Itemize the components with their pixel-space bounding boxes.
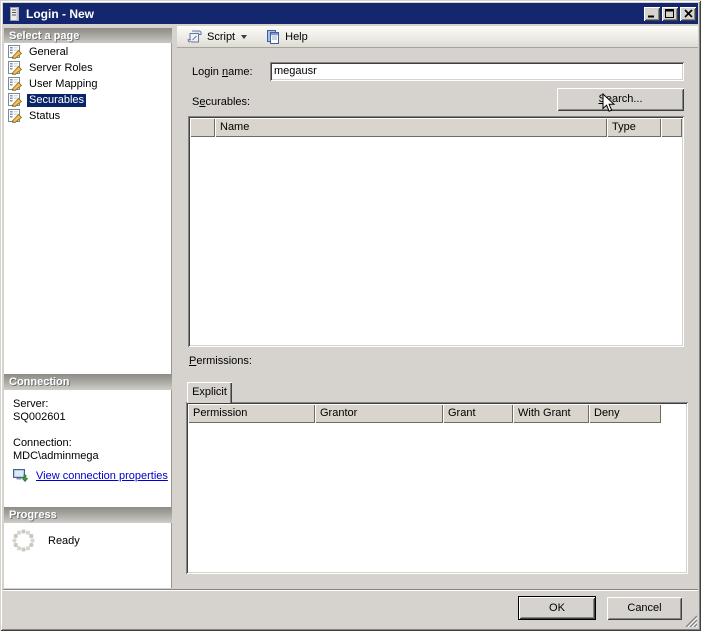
permissions-table-header: Permission Grantor Grant With Grant Deny xyxy=(188,404,686,423)
script-icon xyxy=(187,29,203,45)
page-icon xyxy=(7,109,23,123)
page-icon xyxy=(7,77,23,91)
permissions-col-grant[interactable]: Grant xyxy=(443,404,513,423)
progress-header: Progress xyxy=(4,507,172,523)
securables-table[interactable]: Name Type xyxy=(188,116,684,347)
script-dropdown-arrow-icon[interactable] xyxy=(241,35,247,39)
page-icon xyxy=(7,45,23,59)
securables-col-rowselect[interactable] xyxy=(190,118,215,137)
script-button[interactable]: Script xyxy=(182,27,252,47)
minimize-icon xyxy=(647,9,657,18)
sidebar-item-server-roles[interactable]: Server Roles xyxy=(4,60,171,76)
connection-properties-icon xyxy=(12,467,29,484)
securables-col-extra[interactable] xyxy=(661,118,682,137)
minimize-button[interactable] xyxy=(644,7,660,21)
ok-button[interactable]: OK xyxy=(518,596,596,620)
progress-status: Ready xyxy=(48,535,80,547)
login-name-input[interactable]: megausr xyxy=(270,62,684,81)
permissions-col-grantor[interactable]: Grantor xyxy=(315,404,443,423)
sidebar-item-user-mapping[interactable]: User Mapping xyxy=(4,76,171,92)
script-button-label: Script xyxy=(207,31,235,43)
sidebar-item-label: User Mapping xyxy=(27,78,99,91)
page-icon xyxy=(7,61,23,75)
maximize-icon xyxy=(665,9,675,18)
permissions-table[interactable]: Permission Grantor Grant With Grant Deny xyxy=(186,402,688,574)
window-title: Login - New xyxy=(26,7,642,21)
securables-table-header: Name Type xyxy=(190,118,682,137)
connection-value: MDC\adminmega xyxy=(13,450,99,462)
securables-col-type[interactable]: Type xyxy=(607,118,661,137)
sidebar-item-label: Server Roles xyxy=(27,62,95,75)
sidebar-item-securables[interactable]: Securables xyxy=(4,92,171,108)
cancel-button[interactable]: Cancel xyxy=(607,597,682,620)
view-connection-properties-link[interactable]: View connection properties xyxy=(36,470,168,482)
progress-panel: Ready xyxy=(4,523,172,588)
footer-separator xyxy=(3,589,698,591)
titlebar[interactable]: Login - New xyxy=(3,3,698,24)
resize-grip[interactable] xyxy=(684,614,697,627)
connection-label: Connection: xyxy=(13,437,72,449)
progress-spinner-icon xyxy=(10,527,37,554)
sidebar-item-label: Status xyxy=(27,110,62,123)
server-label: Server: xyxy=(13,398,48,410)
toolbar: Script Help xyxy=(177,26,698,48)
login-new-dialog: Login - New Select a page General xyxy=(0,0,701,631)
connection-header: Connection xyxy=(4,374,172,390)
close-icon xyxy=(684,9,693,18)
connection-panel: Server: SQ002601 Connection: MDC\adminme… xyxy=(4,390,172,507)
close-button[interactable] xyxy=(680,7,696,21)
securables-col-name[interactable]: Name xyxy=(215,118,607,137)
select-a-page-header: Select a page xyxy=(4,28,172,44)
sidebar-item-status[interactable]: Status xyxy=(4,108,171,124)
page-list: General Server Roles User Mapping Secura… xyxy=(4,43,172,374)
help-icon xyxy=(265,29,281,45)
sidebar-item-label: Securables xyxy=(27,94,86,107)
securables-label: Securables: xyxy=(192,96,250,108)
tab-explicit[interactable]: Explicit xyxy=(187,382,232,403)
maximize-button[interactable] xyxy=(662,7,678,21)
permissions-col-deny[interactable]: Deny xyxy=(589,404,661,423)
permissions-label: Permissions: xyxy=(189,355,252,367)
help-button-label: Help xyxy=(285,31,308,43)
mouse-cursor-icon xyxy=(602,93,616,114)
permissions-col-permission[interactable]: Permission xyxy=(188,404,315,423)
page-icon xyxy=(7,93,23,107)
login-name-label: Login name: xyxy=(192,66,253,78)
server-value: SQ002601 xyxy=(13,411,66,423)
sidebar-item-label: General xyxy=(27,46,70,59)
help-button[interactable]: Help xyxy=(260,27,313,47)
dialog-icon xyxy=(6,6,22,22)
search-button[interactable]: Search... xyxy=(557,88,684,111)
permissions-col-with-grant[interactable]: With Grant xyxy=(513,404,589,423)
sidebar: Select a page General Server Roles User … xyxy=(4,28,172,588)
sidebar-item-general[interactable]: General xyxy=(4,44,171,60)
